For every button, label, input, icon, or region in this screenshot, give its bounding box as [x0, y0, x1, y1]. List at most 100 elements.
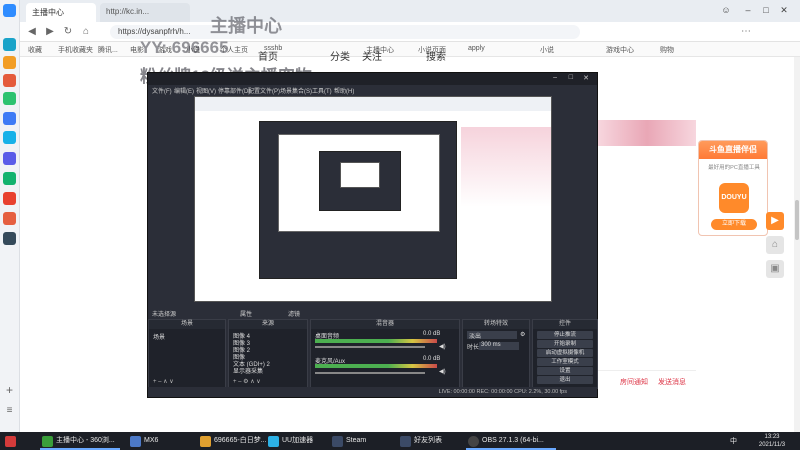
transitions-dock: 转场特效 淡出 ⚙ 时长 300 ms — [462, 319, 530, 389]
home-side-icon[interactable]: ⌂ — [766, 236, 784, 254]
taskbar-item-friends[interactable]: 好友列表 — [398, 432, 458, 450]
obs-menu-tools[interactable]: 工具(T) — [312, 86, 332, 95]
virtual-camera-button[interactable]: 启动虚拟摄像机 — [537, 349, 593, 357]
page-nav-home[interactable]: 首页 — [258, 48, 278, 63]
user-icon[interactable]: ☺ — [720, 4, 732, 16]
exit-button[interactable]: 退出 — [537, 376, 593, 384]
app-icon-9[interactable] — [3, 192, 16, 205]
obs-max-icon[interactable]: □ — [569, 74, 573, 81]
menu-icon[interactable]: ≡ — [3, 404, 16, 417]
left-app-bar: + ≡ — [0, 0, 20, 432]
taskbar-item-mx6[interactable]: MX6 — [128, 432, 188, 450]
taskbar-item-obs[interactable]: OBS 27.1.3 (64-bi... — [466, 432, 556, 450]
stop-streaming-button[interactable]: 停止推流 — [537, 331, 593, 339]
obs-preview[interactable] — [194, 96, 552, 302]
obs-min-icon[interactable]: – — [553, 74, 557, 81]
sources-add-controls[interactable]: + – ⚙ ∧ ∨ — [233, 378, 261, 385]
app-icon-4[interactable] — [3, 92, 16, 105]
page-nav-search[interactable]: 搜索 — [426, 48, 446, 63]
page-scrollbar[interactable] — [794, 57, 800, 432]
play-icon[interactable]: ▶ — [766, 212, 784, 230]
controls-dock: 控件 停止推流 开始录制 启动虚拟摄像机 工作室模式 设置 退出 — [532, 319, 598, 389]
obs-menu-docks[interactable]: 停靠部件(D) — [218, 86, 250, 95]
transition-type-select[interactable]: 淡出 — [467, 331, 517, 340]
app-icon-2[interactable] — [3, 56, 16, 69]
home-icon[interactable]: ⌂ — [80, 26, 92, 38]
promo-subtitle: 最好用的PC直播工具 — [708, 165, 760, 171]
maximize-icon[interactable]: □ — [760, 4, 772, 16]
duration-input[interactable]: 300 ms — [479, 342, 519, 350]
app-icon-1[interactable] — [3, 38, 16, 51]
back-icon[interactable]: ◀ — [26, 26, 38, 38]
obs-menu-profile[interactable]: 配置文件(P) — [248, 86, 280, 95]
settings-button[interactable]: 设置 — [537, 367, 593, 375]
sources-dock-title: 来源 — [229, 320, 307, 329]
page-scrollbar-thumb[interactable] — [795, 200, 799, 240]
add-icon[interactable]: + — [3, 384, 16, 397]
taskbar-item-browser[interactable]: 主播中心 - 360浏... — [40, 432, 120, 450]
url-input[interactable]: https://dysanpfrh/h... — [110, 25, 580, 39]
obs-menu-edit[interactable]: 编辑(E) — [174, 86, 194, 95]
bookmark-item[interactable]: 手机收藏夹 — [58, 45, 93, 55]
gear-icon[interactable]: ⚙ — [520, 331, 525, 338]
obs-menu-scenes[interactable]: 场景集合(S) — [280, 86, 312, 95]
browser-logo-icon[interactable] — [3, 4, 16, 17]
app-icon-10[interactable] — [3, 212, 16, 225]
app-icon-11[interactable] — [3, 232, 16, 245]
bookmark-item[interactable]: apply — [468, 45, 485, 52]
scenes-add-controls[interactable]: + – ∧ ∨ — [153, 378, 174, 385]
mixer-meter — [315, 339, 437, 343]
bookmark-item[interactable]: 收藏 — [28, 45, 42, 55]
ime-indicator[interactable]: 中 — [730, 436, 737, 446]
minimize-icon[interactable]: – — [742, 4, 754, 16]
bookmark-item[interactable]: 腾讯... — [98, 45, 118, 55]
app-icon-8[interactable] — [3, 172, 16, 185]
tab-second[interactable]: http://kc.in... — [100, 3, 190, 22]
app-icon-6[interactable] — [3, 131, 16, 144]
bookmark-item[interactable]: 游戏中心 — [606, 45, 634, 55]
obs-menu-help[interactable]: 帮助(H) — [334, 86, 354, 95]
douyu-logo-icon: DOUYU — [719, 183, 749, 213]
start-icon[interactable] — [2, 432, 18, 450]
tab-label: http://kc.in... — [106, 7, 150, 16]
app-icon-5[interactable] — [3, 112, 16, 125]
taskbar-item-media[interactable]: 696665-白日梦... — [198, 432, 267, 450]
app-icon-3[interactable] — [3, 74, 16, 87]
source-item[interactable]: 显示器采集 — [233, 366, 263, 375]
start-recording-button[interactable]: 开始录制 — [537, 340, 593, 348]
bookmark-item[interactable]: 小说 — [540, 45, 554, 55]
promo-card[interactable]: 斗鱼直播伴侣 最好用的PC直播工具 DOUYU 立即下载 — [698, 140, 768, 236]
scene-item[interactable]: 场景 — [153, 332, 165, 341]
obs-window[interactable]: – □ ✕ 文件(F) 编辑(E) 视图(V) 停靠部件(D) 配置文件(P) … — [147, 72, 598, 398]
obs-menu-view[interactable]: 视图(V) — [196, 86, 216, 95]
extension-icon[interactable]: ⋯ — [740, 26, 752, 38]
mx6-taskbar-icon — [130, 436, 141, 447]
properties-button[interactable]: 属性 — [240, 309, 252, 318]
send-message-link[interactable]: 发送消息 — [658, 377, 686, 387]
room-notice-link[interactable]: 房间通知 — [620, 377, 648, 387]
tab-anchor-center[interactable]: 主播中心 — [26, 3, 96, 22]
speaker-icon[interactable]: ◀) — [439, 368, 446, 375]
page-nav-follow[interactable]: 关注 — [362, 48, 382, 63]
screen-side-icon[interactable]: ▣ — [766, 260, 784, 278]
clock[interactable]: 13:23 2021/11/3 — [752, 433, 792, 449]
studio-mode-button[interactable]: 工作室模式 — [537, 358, 593, 366]
taskbar-item-uu[interactable]: UU加速器 — [266, 432, 326, 450]
app-icon-7[interactable] — [3, 152, 16, 165]
refresh-icon[interactable]: ↻ — [62, 26, 74, 38]
speaker-icon[interactable]: ◀) — [439, 343, 446, 350]
nested-pink-banner — [461, 127, 551, 207]
mixer-volume-slider[interactable] — [315, 346, 425, 348]
browser-tab-strip: 主播中心 http://kc.in... ☺ – □ ✕ — [20, 0, 800, 22]
bookmark-item[interactable]: 购物 — [660, 45, 674, 55]
taskbar-item-steam[interactable]: Steam — [330, 432, 390, 450]
forward-icon[interactable]: ▶ — [44, 26, 56, 38]
obs-close-icon[interactable]: ✕ — [583, 74, 589, 82]
mixer-volume-slider[interactable] — [315, 372, 425, 374]
promo-download-button[interactable]: 立即下载 — [711, 219, 757, 230]
transitions-dock-title: 转场特效 — [463, 320, 529, 329]
obs-menu-file[interactable]: 文件(F) — [152, 86, 172, 95]
filters-button[interactable]: 滤镜 — [288, 309, 300, 318]
page-nav-category[interactable]: 分类 — [330, 48, 350, 63]
close-icon[interactable]: ✕ — [778, 4, 790, 16]
